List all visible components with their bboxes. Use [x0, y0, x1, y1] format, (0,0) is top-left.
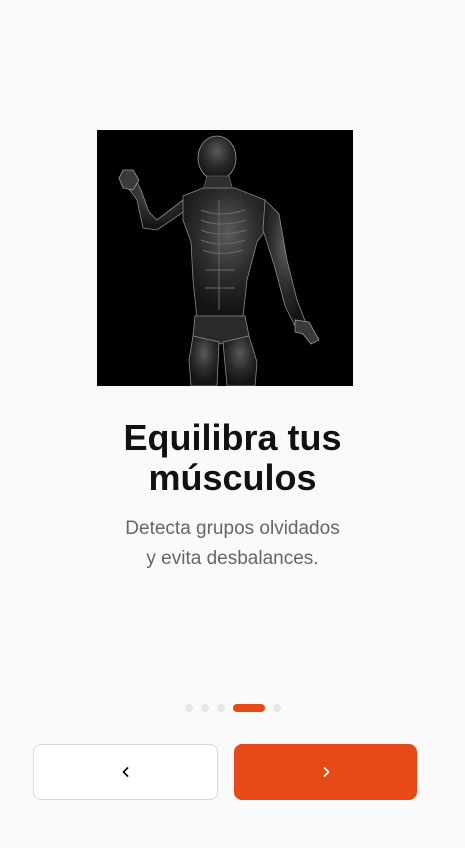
page-title: Equilibra tus músculos — [0, 418, 465, 498]
subtitle-line-1: Detecta grupos olvidados — [125, 518, 340, 539]
chevron-left-icon — [122, 767, 128, 777]
page-subtitle: Detecta grupos olvidados y evita desbala… — [0, 514, 465, 574]
title-line-1: Equilibra tus — [123, 417, 342, 458]
title-line-2: músculos — [148, 457, 317, 498]
page-dot[interactable] — [184, 704, 193, 712]
page-dot-active[interactable] — [232, 704, 265, 712]
subtitle-line-2: y evita desbalances. — [146, 548, 319, 569]
back-button[interactable] — [33, 744, 218, 800]
page-dot[interactable] — [272, 704, 281, 712]
page-indicator — [0, 704, 465, 712]
hero-anatomy-image — [97, 130, 353, 386]
anatomy-figure-icon — [97, 130, 353, 386]
page-dot[interactable] — [216, 704, 225, 712]
next-button[interactable] — [234, 744, 417, 800]
chevron-right-icon — [323, 767, 329, 777]
page-dot[interactable] — [200, 704, 209, 712]
